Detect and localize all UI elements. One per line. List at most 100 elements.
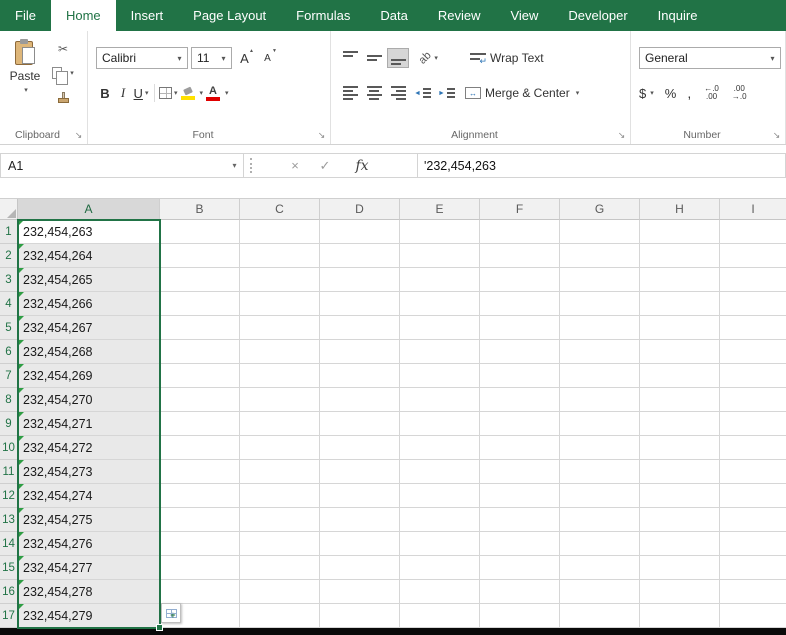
cell-A2[interactable]: 232,454,264: [18, 244, 160, 268]
cell-F8[interactable]: [480, 388, 560, 412]
column-header-b[interactable]: B: [160, 199, 240, 220]
row-header-11[interactable]: 11: [0, 460, 18, 484]
ribbon-tab-inquire[interactable]: Inquire: [643, 0, 713, 31]
top-align-button[interactable]: [339, 48, 361, 68]
row-header-9[interactable]: 9: [0, 412, 18, 436]
cell-G2[interactable]: [560, 244, 640, 268]
column-header-c[interactable]: C: [240, 199, 320, 220]
row-header-8[interactable]: 8: [0, 388, 18, 412]
cell-H14[interactable]: [640, 532, 720, 556]
row-header-4[interactable]: 4: [0, 292, 18, 316]
cell-E4[interactable]: [400, 292, 480, 316]
bold-button[interactable]: B: [96, 83, 114, 103]
row-header-13[interactable]: 13: [0, 508, 18, 532]
row-header-10[interactable]: 10: [0, 436, 18, 460]
ribbon-tab-home[interactable]: Home: [51, 0, 116, 31]
increase-font-size-button[interactable]: A ▲: [234, 48, 255, 68]
cell-E12[interactable]: [400, 484, 480, 508]
cell-E2[interactable]: [400, 244, 480, 268]
cell-F14[interactable]: [480, 532, 560, 556]
cancel-button[interactable]: ×: [280, 158, 310, 173]
cell-A5[interactable]: 232,454,267: [18, 316, 160, 340]
cell-I13[interactable]: [720, 508, 786, 532]
font-name-combobox[interactable]: Calibri ▾: [96, 47, 188, 69]
cell-D9[interactable]: [320, 412, 400, 436]
cell-F6[interactable]: [480, 340, 560, 364]
cell-B1[interactable]: [160, 220, 240, 244]
cell-I15[interactable]: [720, 556, 786, 580]
cell-B15[interactable]: [160, 556, 240, 580]
cell-F15[interactable]: [480, 556, 560, 580]
cell-F5[interactable]: [480, 316, 560, 340]
cell-G8[interactable]: [560, 388, 640, 412]
cell-I8[interactable]: [720, 388, 786, 412]
cell-B16[interactable]: [160, 580, 240, 604]
row-header-2[interactable]: 2: [0, 244, 18, 268]
column-header-h[interactable]: H: [640, 199, 720, 220]
cell-G13[interactable]: [560, 508, 640, 532]
cell-I6[interactable]: [720, 340, 786, 364]
cell-A11[interactable]: 232,454,273: [18, 460, 160, 484]
cell-D2[interactable]: [320, 244, 400, 268]
cell-C14[interactable]: [240, 532, 320, 556]
cell-A13[interactable]: 232,454,275: [18, 508, 160, 532]
cell-H5[interactable]: [640, 316, 720, 340]
cell-E17[interactable]: [400, 604, 480, 628]
row-header-5[interactable]: 5: [0, 316, 18, 340]
cell-A15[interactable]: 232,454,277: [18, 556, 160, 580]
cell-A3[interactable]: 232,454,265: [18, 268, 160, 292]
cell-H12[interactable]: [640, 484, 720, 508]
cell-I7[interactable]: [720, 364, 786, 388]
column-header-d[interactable]: D: [320, 199, 400, 220]
cell-E10[interactable]: [400, 436, 480, 460]
cell-C6[interactable]: [240, 340, 320, 364]
cell-I11[interactable]: [720, 460, 786, 484]
cell-D15[interactable]: [320, 556, 400, 580]
row-header-7[interactable]: 7: [0, 364, 18, 388]
cell-F4[interactable]: [480, 292, 560, 316]
copy-dropdown-caret[interactable]: ▾: [70, 69, 74, 77]
cell-H4[interactable]: [640, 292, 720, 316]
decrease-font-size-button[interactable]: A ▼: [257, 48, 278, 68]
cell-H8[interactable]: [640, 388, 720, 412]
borders-button[interactable]: ▾: [159, 83, 178, 103]
cell-E6[interactable]: [400, 340, 480, 364]
cell-I14[interactable]: [720, 532, 786, 556]
align-right-button[interactable]: [387, 83, 409, 103]
auto-fill-options-button[interactable]: +: [161, 603, 181, 623]
ribbon-tab-formulas[interactable]: Formulas: [281, 0, 365, 31]
cell-C13[interactable]: [240, 508, 320, 532]
cell-G14[interactable]: [560, 532, 640, 556]
cell-B6[interactable]: [160, 340, 240, 364]
cell-D14[interactable]: [320, 532, 400, 556]
decrease-indent-button[interactable]: ◄: [411, 83, 434, 103]
cell-C1[interactable]: [240, 220, 320, 244]
cell-G10[interactable]: [560, 436, 640, 460]
number-dialog-launcher[interactable]: ↘: [771, 130, 782, 141]
increase-decimal-button[interactable]: ←.0 .00: [704, 85, 719, 101]
font-size-caret[interactable]: ▾: [216, 48, 231, 68]
cell-E9[interactable]: [400, 412, 480, 436]
cell-B3[interactable]: [160, 268, 240, 292]
cell-G3[interactable]: [560, 268, 640, 292]
format-painter-button[interactable]: [46, 89, 80, 105]
row-header-16[interactable]: 16: [0, 580, 18, 604]
cell-E15[interactable]: [400, 556, 480, 580]
cell-F2[interactable]: [480, 244, 560, 268]
name-box[interactable]: A1 ▾: [0, 153, 244, 178]
cell-F9[interactable]: [480, 412, 560, 436]
cell-F13[interactable]: [480, 508, 560, 532]
select-all-corner[interactable]: [0, 199, 18, 220]
accounting-dropdown-caret[interactable]: ▾: [650, 89, 654, 97]
cell-G7[interactable]: [560, 364, 640, 388]
cell-G1[interactable]: [560, 220, 640, 244]
cell-I3[interactable]: [720, 268, 786, 292]
row-header-17[interactable]: 17: [0, 604, 18, 628]
cell-E8[interactable]: [400, 388, 480, 412]
cell-A8[interactable]: 232,454,270: [18, 388, 160, 412]
merge-center-dropdown-caret[interactable]: ▾: [576, 89, 580, 97]
cell-D6[interactable]: [320, 340, 400, 364]
cell-F10[interactable]: [480, 436, 560, 460]
cell-F7[interactable]: [480, 364, 560, 388]
cell-I17[interactable]: [720, 604, 786, 628]
